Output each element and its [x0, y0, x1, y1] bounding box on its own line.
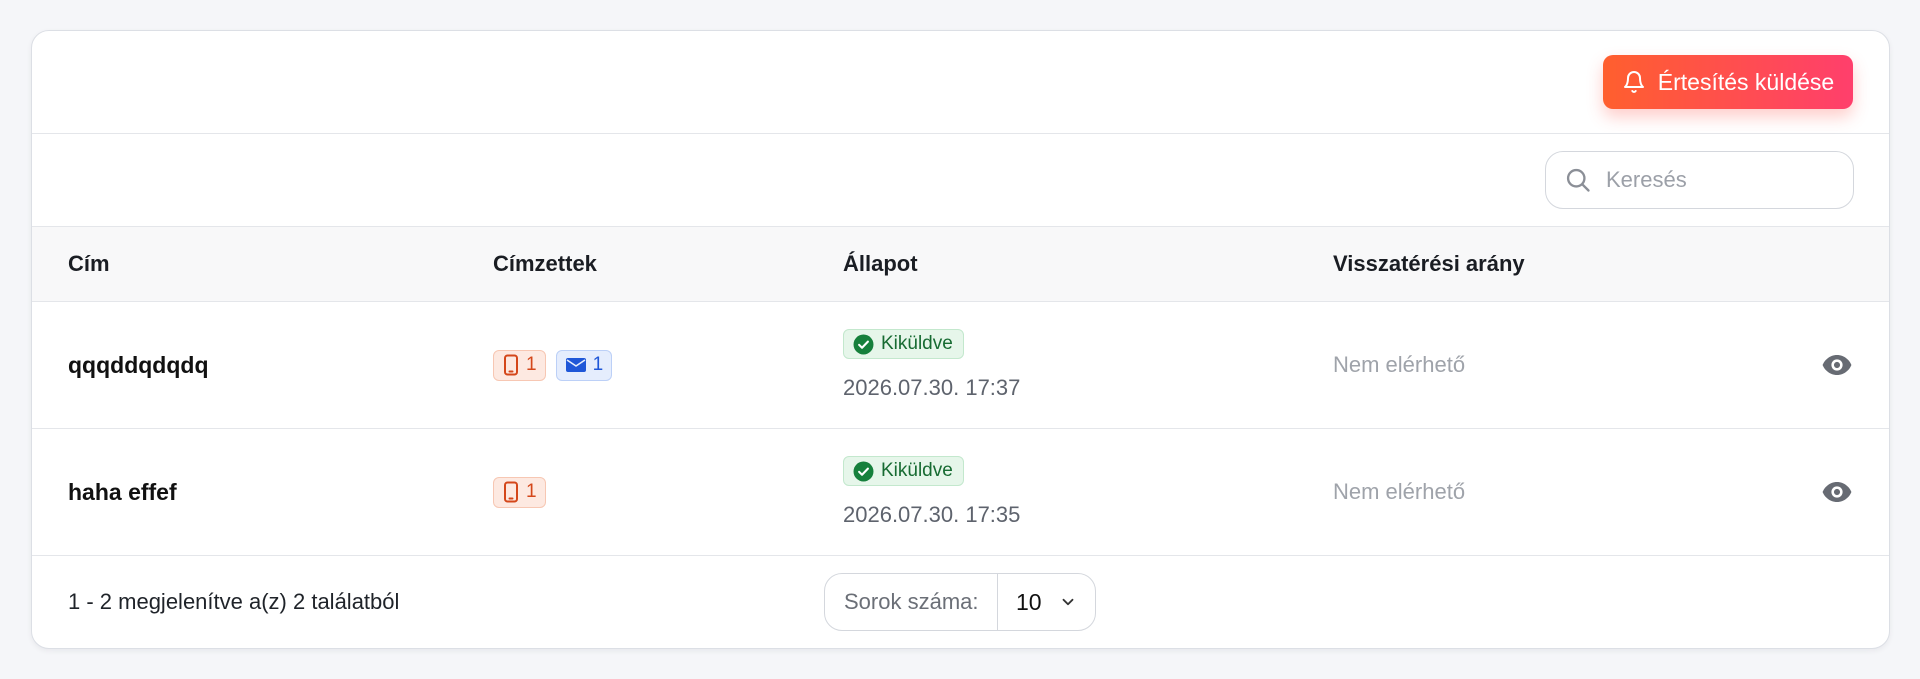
return-rate: Nem elérhető: [1333, 479, 1466, 504]
card-header: Értesítés küldése: [32, 31, 1889, 134]
mail-icon: [565, 358, 586, 372]
rows-per-page-label: Sorok száma:: [825, 574, 998, 630]
notification-title: haha effef: [68, 478, 177, 505]
view-action[interactable]: [1821, 302, 1853, 428]
send-notification-button[interactable]: Értesítés küldése: [1603, 55, 1853, 109]
status-timestamp: 2026.07.30. 17:35: [843, 502, 1021, 527]
status-badge: Kiküldve: [843, 329, 964, 359]
table-row[interactable]: qqqddqdqdq 1 1 Kiküldve 2026.07.30. 17:3…: [32, 302, 1889, 429]
rows-per-page-value: 10: [1016, 588, 1042, 615]
phone-count: 1: [526, 481, 537, 502]
email-count: 1: [592, 354, 604, 375]
status-timestamp: 2026.07.30. 17:37: [843, 375, 1021, 400]
column-header-return-rate[interactable]: Visszatérési arány: [1333, 227, 1525, 301]
phone-count: 1: [526, 354, 537, 375]
check-circle-icon: [853, 334, 874, 354]
chevron-down-icon: [1062, 598, 1074, 606]
phone-recipient-chip: 1: [493, 349, 546, 381]
column-header-recipients[interactable]: Címzettek: [493, 227, 597, 301]
notifications-card: Értesítés küldése Cím Címzettek Állapot …: [31, 30, 1890, 649]
column-header-status[interactable]: Állapot: [843, 227, 918, 301]
table-header: Cím Címzettek Állapot Visszatérési arány: [32, 227, 1889, 302]
email-recipient-chip: 1: [555, 349, 613, 381]
status-label: Kiküldve: [881, 460, 953, 481]
rows-per-page-select[interactable]: Sorok száma: 10: [824, 573, 1096, 631]
table-row[interactable]: haha effef 1 Kiküldve 2026.07.30. 17:35 …: [32, 429, 1889, 556]
status-cell: Kiküldve 2026.07.30. 17:37: [843, 302, 1020, 428]
phone-icon: [504, 481, 518, 503]
recipients-cell: 1: [493, 429, 546, 555]
search-toolbar: [32, 134, 1889, 227]
view-action[interactable]: [1821, 429, 1853, 555]
table-footer: 1 - 2 megjelenítve a(z) 2 találatból Sor…: [32, 556, 1889, 648]
phone-recipient-chip: 1: [493, 476, 546, 508]
recipients-cell: 1 1: [493, 302, 613, 428]
search-box[interactable]: [1545, 151, 1854, 209]
eye-icon[interactable]: [1821, 349, 1853, 381]
check-circle-icon: [853, 461, 874, 481]
status-cell: Kiküldve 2026.07.30. 17:35: [843, 429, 1020, 555]
phone-icon: [504, 354, 518, 376]
bell-icon: [1623, 71, 1644, 93]
status-badge: Kiküldve: [843, 456, 964, 486]
eye-icon[interactable]: [1821, 476, 1853, 508]
rows-per-page-dropdown[interactable]: 10: [998, 589, 1095, 616]
pagination-info: 1 - 2 megjelenítve a(z) 2 találatból: [68, 589, 400, 614]
notification-title: qqqddqdqdq: [68, 351, 209, 378]
send-notification-label: Értesítés küldése: [1657, 68, 1835, 95]
search-input[interactable]: [1606, 167, 1806, 193]
search-icon: [1566, 168, 1590, 192]
status-label: Kiküldve: [881, 333, 953, 354]
column-header-title[interactable]: Cím: [68, 227, 110, 301]
return-rate: Nem elérhető: [1333, 352, 1466, 377]
